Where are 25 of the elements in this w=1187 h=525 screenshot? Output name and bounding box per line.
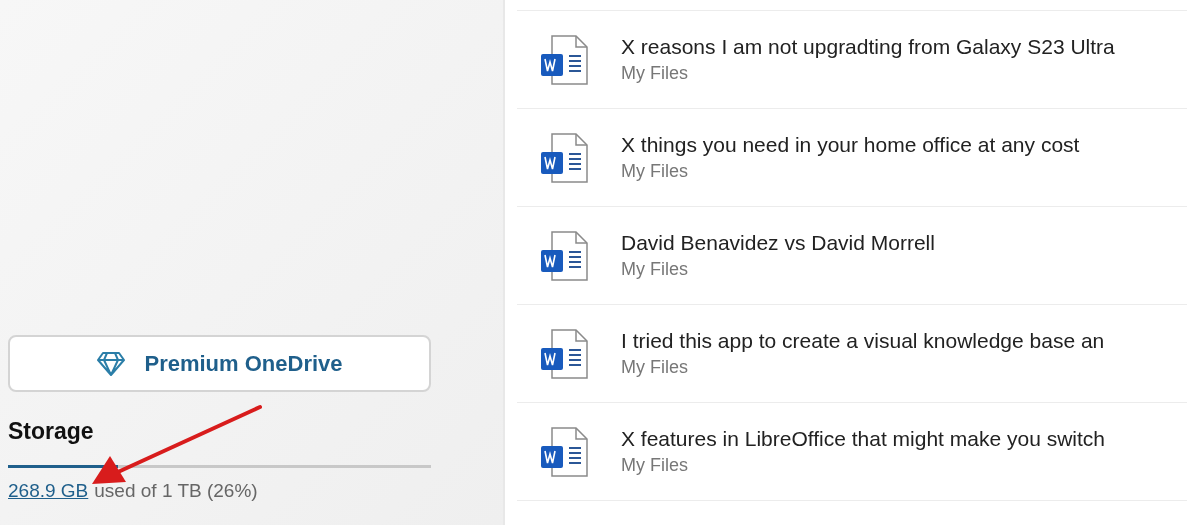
file-title: X reasons I am not upgradting from Galaxy S23 Ultra xyxy=(621,35,1115,59)
word-document-icon xyxy=(539,131,591,184)
storage-heading: Storage xyxy=(8,418,95,445)
file-location: My Files xyxy=(621,357,689,378)
word-document-icon xyxy=(539,229,591,282)
file-location: My Files xyxy=(621,63,689,84)
file-location: My Files xyxy=(621,455,689,476)
word-document-icon xyxy=(539,327,591,380)
file-row[interactable]: X reasons I am not upgradting from Galaxy S23 Ultra My Files xyxy=(517,10,1187,108)
file-location: My Files xyxy=(621,259,689,280)
premium-button[interactable]: Premium OneDrive xyxy=(8,335,431,392)
file-title: X things you need in your home office at any cost xyxy=(621,133,1080,157)
file-title: David Benavidez vs David Morrell xyxy=(621,231,935,255)
file-row[interactable]: I tried this app to create a visual knowledge base an My Files xyxy=(517,304,1187,402)
used-storage-link[interactable]: 268.9 GB xyxy=(8,480,89,502)
file-row[interactable]: X things you need in your home office at any cost My Files xyxy=(517,108,1187,206)
word-document-icon xyxy=(539,33,591,86)
file-location: My Files xyxy=(621,161,689,182)
file-row[interactable]: David Benavidez vs David Morrell My Files xyxy=(517,206,1187,304)
diamond-icon xyxy=(96,350,127,377)
file-row[interactable]: X features in LibreOffice that might make you switch My Files xyxy=(517,402,1187,501)
file-title: X features in LibreOffice that might make you switch xyxy=(621,427,1105,451)
file-title: I tried this app to create a visual knowledge base an xyxy=(621,329,1105,353)
word-document-icon xyxy=(539,425,591,478)
storage-detail: used of 1 TB (26%) xyxy=(94,480,258,502)
